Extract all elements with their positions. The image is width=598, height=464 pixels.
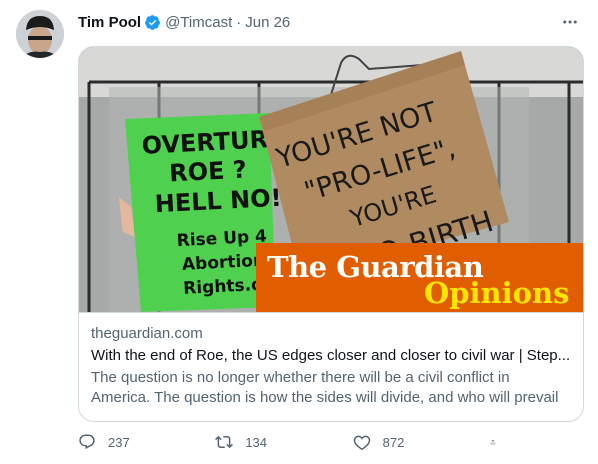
reply-button[interactable]: 237 bbox=[78, 433, 188, 451]
opinions-label: Opinions bbox=[424, 276, 569, 310]
verified-badge-icon bbox=[144, 14, 161, 31]
green-sign-line-6: Rights.o bbox=[183, 275, 264, 299]
card-image[interactable]: OVERTURN ROE ? HELL NO! Rise Up 4 Aborti… bbox=[79, 47, 583, 312]
link-card[interactable]: OVERTURN ROE ? HELL NO! Rise Up 4 Aborti… bbox=[78, 46, 584, 422]
retweet-count: 134 bbox=[245, 434, 268, 450]
author-name[interactable]: Tim Pool bbox=[78, 14, 141, 31]
avatar-image bbox=[16, 10, 64, 58]
tweet-date[interactable]: Jun 26 bbox=[245, 14, 290, 31]
share-icon bbox=[490, 439, 496, 445]
card-text[interactable]: theguardian.com With the end of Roe, the… bbox=[79, 312, 583, 421]
reply-count: 237 bbox=[108, 434, 130, 450]
separator-dot: · bbox=[236, 13, 242, 31]
author-handle[interactable]: @Timcast bbox=[165, 14, 232, 31]
green-sign-line-2: ROE ? bbox=[168, 155, 247, 187]
tweet-header: Tim Pool @Timcast · Jun 26 bbox=[78, 10, 582, 34]
card-title: With the end of Roe, the US edges closer… bbox=[91, 347, 571, 364]
guardian-opinions-banner: The Guardian Opinions bbox=[256, 243, 583, 312]
reply-icon bbox=[79, 434, 95, 450]
card-description: The question is no longer whether there … bbox=[91, 369, 559, 406]
like-button[interactable]: 872 bbox=[353, 433, 463, 451]
avatar[interactable] bbox=[16, 10, 64, 58]
more-options-icon[interactable] bbox=[558, 10, 582, 34]
retweet-button[interactable]: 134 bbox=[215, 433, 325, 451]
like-count: 872 bbox=[382, 434, 405, 450]
share-button[interactable] bbox=[490, 433, 508, 451]
card-domain: theguardian.com bbox=[91, 325, 203, 342]
retweet-icon bbox=[215, 435, 234, 449]
heart-icon bbox=[353, 435, 370, 451]
tweet-actions: 237 134 872 bbox=[78, 428, 508, 456]
